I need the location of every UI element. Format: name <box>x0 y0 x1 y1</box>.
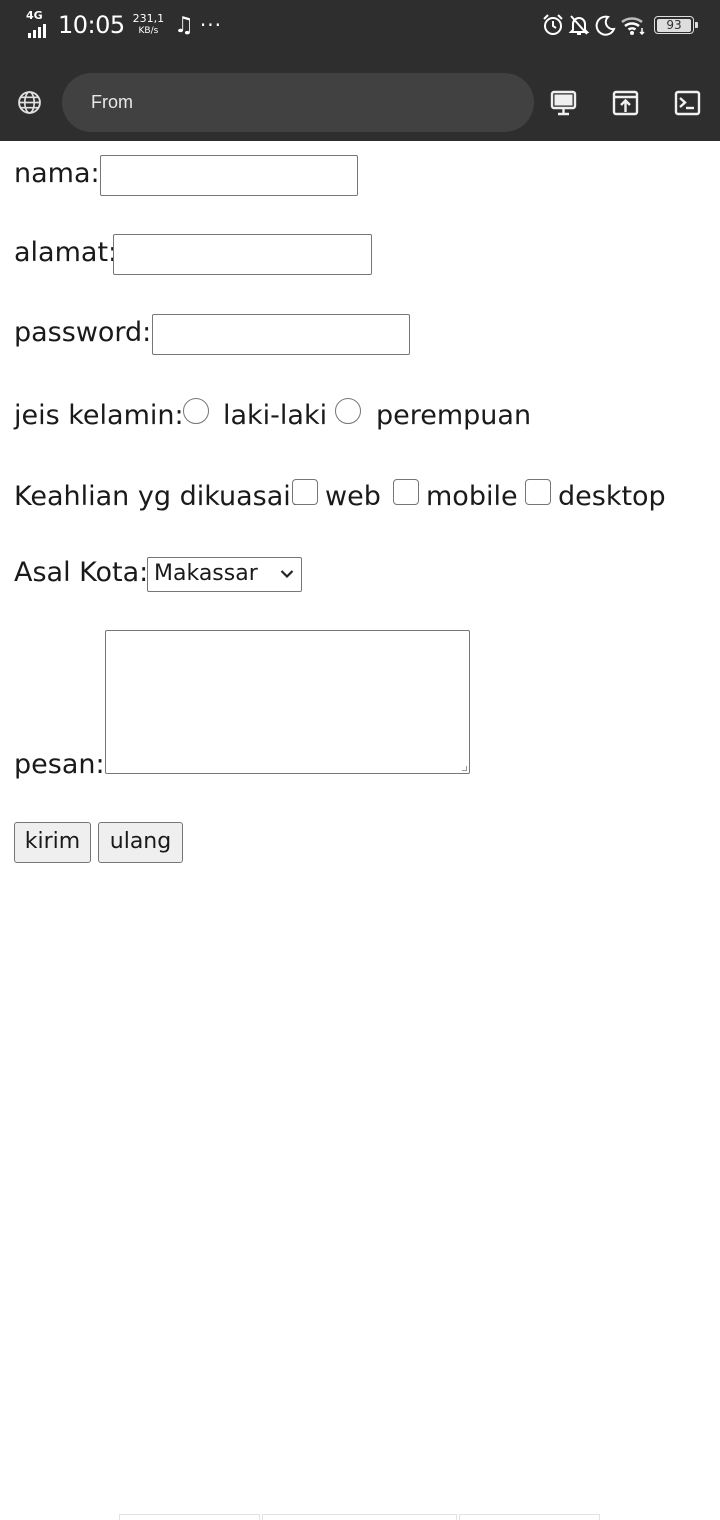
bell-off-icon <box>568 15 590 35</box>
chevron-down-icon <box>280 570 294 579</box>
checkbox-label-mobile: mobile <box>426 481 518 512</box>
address-bar-text: From <box>91 92 133 112</box>
battery-icon: 93 <box>654 16 698 34</box>
nama-input[interactable] <box>100 155 358 196</box>
partial-element <box>119 1514 260 1520</box>
network-speed: 231,1 KB/s <box>133 13 165 37</box>
music-note-icon: ♫ <box>174 12 194 38</box>
signal-indicator: 4G <box>26 10 54 40</box>
gender-label: jeis kelamin: <box>14 400 184 431</box>
alamat-label: alamat: <box>14 237 118 268</box>
submit-button[interactable]: kirim <box>14 822 91 863</box>
city-select-value: Makassar <box>154 561 258 586</box>
skills-label: Keahlian yg dikuasai: <box>14 481 300 512</box>
status-bar: 4G 10:05 231,1 KB/s ♫ ··· 93 <box>0 0 720 56</box>
speed-unit: KB/s <box>138 26 159 36</box>
speed-value: 231,1 <box>132 12 165 25</box>
open-in-icon[interactable] <box>612 90 639 116</box>
clock: 10:05 <box>58 11 125 39</box>
city-select[interactable]: Makassar <box>147 557 302 592</box>
partial-element <box>459 1514 600 1520</box>
message-textarea[interactable] <box>105 630 470 774</box>
network-type: 4G <box>26 9 43 22</box>
checkbox-desktop[interactable] <box>525 479 551 505</box>
signal-bars-icon <box>28 24 46 38</box>
password-label: password: <box>14 317 152 348</box>
desktop-icon[interactable] <box>550 90 577 116</box>
city-label: Asal Kota: <box>14 557 149 588</box>
globe-icon[interactable] <box>17 90 42 115</box>
moon-icon <box>595 15 616 36</box>
radio-label-perempuan: perempuan <box>376 400 532 431</box>
battery-level: 93 <box>657 18 691 32</box>
checkbox-label-desktop: desktop <box>558 481 666 512</box>
checkbox-mobile[interactable] <box>393 479 419 505</box>
nama-label: nama: <box>14 158 100 189</box>
checkbox-label-web: web <box>325 481 381 512</box>
browser-toolbar: From <box>0 56 720 141</box>
password-input[interactable] <box>152 314 410 355</box>
message-label: pesan: <box>14 749 105 780</box>
radio-label-laki-laki: laki-laki <box>223 400 328 431</box>
address-bar[interactable]: From <box>62 73 534 132</box>
alarm-icon <box>543 14 563 35</box>
more-notifications-indicator: ··· <box>199 13 222 37</box>
status-left: 4G 10:05 231,1 KB/s ♫ ··· <box>26 10 222 40</box>
reset-button[interactable]: ulang <box>98 822 183 863</box>
alamat-input[interactable] <box>113 234 372 275</box>
radio-perempuan[interactable] <box>335 398 361 424</box>
partial-element <box>262 1514 457 1520</box>
radio-laki-laki[interactable] <box>183 398 209 424</box>
status-right: 93 <box>542 14 698 36</box>
terminal-icon[interactable] <box>674 90 701 116</box>
wifi-icon <box>621 17 645 36</box>
checkbox-web[interactable] <box>292 479 318 505</box>
